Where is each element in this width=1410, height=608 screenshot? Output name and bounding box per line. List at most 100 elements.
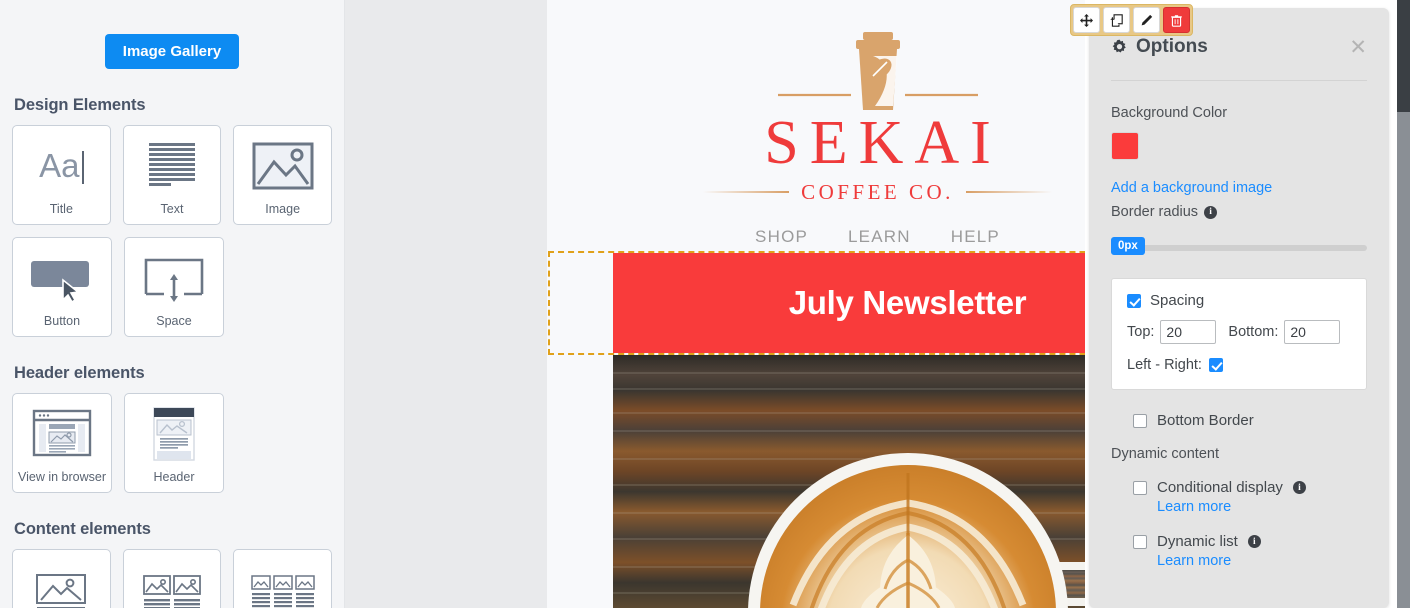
duplicate-element-button[interactable] xyxy=(1102,7,1130,33)
spacing-top-input[interactable] xyxy=(1160,320,1217,344)
conditional-display-learn-more-link[interactable]: Learn more xyxy=(1157,499,1231,515)
top-label: Top: xyxy=(1127,324,1155,340)
tile-row-content-1 xyxy=(12,549,333,608)
element-tile-three-column[interactable] xyxy=(233,549,333,608)
conditional-display-item: Conditional display i Learn more xyxy=(1111,479,1367,516)
dynamic-list-label: Dynamic list xyxy=(1157,533,1238,550)
element-tile-header[interactable]: Header xyxy=(124,393,224,493)
spacing-toggle-row[interactable]: Spacing xyxy=(1127,292,1351,309)
info-icon[interactable]: i xyxy=(1204,205,1218,219)
conditional-display-label: Conditional display xyxy=(1157,479,1283,496)
element-tile-button[interactable]: Button xyxy=(12,237,112,337)
bottom-border-row[interactable]: Bottom Border xyxy=(1111,412,1367,429)
tile-label: Space xyxy=(156,313,192,328)
banner-title: July Newsletter xyxy=(788,284,1027,321)
rule-left xyxy=(703,191,790,194)
dynamic-list-row[interactable]: Dynamic list i xyxy=(1133,533,1367,550)
nav-link-learn[interactable]: LEARN xyxy=(848,227,911,247)
dynamic-list-item: Dynamic list i Learn more xyxy=(1111,533,1367,570)
left-right-row: Left - Right: xyxy=(1127,357,1351,373)
nav-link-shop[interactable]: SHOP xyxy=(755,227,808,247)
options-panel-container: Options ✕ Background Color Add a backgro… xyxy=(1085,0,1410,608)
spacing-checkbox[interactable] xyxy=(1127,293,1141,308)
element-tile-title[interactable]: Aa Title xyxy=(12,125,111,225)
tile-label: Button xyxy=(43,313,81,328)
background-color-swatch[interactable] xyxy=(1111,132,1139,160)
background-color-label: Background Color xyxy=(1111,105,1228,121)
image-picture-icon xyxy=(234,126,331,203)
tile-label: Title xyxy=(49,201,73,216)
tile-label: Header xyxy=(153,469,195,484)
browser-window-icon xyxy=(13,394,111,471)
tile-row-header-1: View in browser Header xyxy=(12,393,332,493)
button-cursor-icon xyxy=(13,238,111,315)
section-title-design-elements: Design Elements xyxy=(14,96,146,114)
one-column-image-text-icon xyxy=(13,550,110,608)
brand-name: SEKAI xyxy=(764,109,1002,177)
app-root: Image Gallery Design Elements Aa Title T… xyxy=(0,0,1410,608)
nav-link-help[interactable]: HELP xyxy=(951,227,1000,247)
tile-label: Text xyxy=(160,201,184,216)
two-column-image-text-icon xyxy=(124,550,221,608)
element-tile-one-column[interactable] xyxy=(12,549,111,608)
border-radius-slider[interactable]: 0px xyxy=(1111,236,1367,256)
delete-element-button[interactable] xyxy=(1162,7,1190,33)
add-background-image-link[interactable]: Add a background image xyxy=(1111,180,1272,196)
border-radius-label-row: Border radius i xyxy=(1111,204,1367,220)
header-block-icon xyxy=(125,394,223,471)
spacing-fields-row: Top: Bottom: xyxy=(1127,320,1351,344)
copy-icon xyxy=(1109,13,1123,27)
section-title-header-elements: Header elements xyxy=(14,364,145,382)
options-panel: Options ✕ Background Color Add a backgro… xyxy=(1089,8,1389,608)
border-radius-label: Border radius xyxy=(1111,204,1199,220)
element-tile-view-in-browser[interactable]: View in browser xyxy=(12,393,112,493)
gallery-button-container: Image Gallery xyxy=(12,0,332,69)
move-arrows-icon xyxy=(1079,13,1093,27)
brand-subtitle: COFFEE CO. xyxy=(801,179,954,204)
title-aa-icon: Aa xyxy=(13,126,110,203)
dynamic-list-checkbox[interactable] xyxy=(1133,534,1147,549)
element-action-toolbar xyxy=(1069,4,1193,36)
tile-label: View in browser xyxy=(17,469,106,484)
left-right-label: Left - Right: xyxy=(1127,357,1202,373)
element-tile-two-column[interactable] xyxy=(122,549,222,608)
tile-label: Image xyxy=(265,201,301,216)
dynamic-list-learn-more-link[interactable]: Learn more xyxy=(1157,553,1231,569)
scrollbar-thumb[interactable] xyxy=(1397,0,1410,112)
edit-element-button[interactable] xyxy=(1132,7,1160,33)
element-tile-image[interactable]: Image xyxy=(233,125,333,225)
conditional-display-row[interactable]: Conditional display i xyxy=(1133,479,1367,496)
dynamic-content-label: Dynamic content xyxy=(1111,446,1219,462)
three-column-image-text-icon xyxy=(234,550,331,608)
divider xyxy=(1111,80,1367,81)
trash-icon xyxy=(1170,14,1182,27)
element-tile-text[interactable]: Text xyxy=(122,125,222,225)
pencil-icon xyxy=(1141,14,1152,25)
tile-row-design-2: Button Space xyxy=(12,237,332,337)
text-lines-icon xyxy=(124,126,221,203)
tile-row-design-1: Aa Title Text Image xyxy=(12,125,333,225)
close-icon[interactable]: ✕ xyxy=(1349,37,1367,58)
bottom-border-checkbox[interactable] xyxy=(1133,413,1147,428)
conditional-display-checkbox[interactable] xyxy=(1133,480,1147,495)
spacing-label: Spacing xyxy=(1150,292,1205,309)
left-right-checkbox[interactable] xyxy=(1208,358,1223,372)
gear-icon xyxy=(1112,39,1126,53)
bottom-border-label: Bottom Border xyxy=(1157,412,1254,429)
slider-track xyxy=(1118,245,1367,251)
spacing-bottom-input[interactable] xyxy=(1284,320,1341,344)
options-title-group: Options xyxy=(1111,36,1208,58)
spacing-card: Spacing Top: Bottom: Left - Right: xyxy=(1111,278,1367,390)
info-icon[interactable]: i xyxy=(1292,481,1306,494)
scrollbar-track-lower[interactable] xyxy=(1397,112,1410,608)
element-tile-space[interactable]: Space xyxy=(124,237,224,337)
border-radius-value[interactable]: 0px xyxy=(1111,236,1145,256)
image-gallery-button[interactable]: Image Gallery xyxy=(104,34,240,69)
move-element-button[interactable] xyxy=(1072,7,1100,33)
space-arrow-icon xyxy=(125,238,223,315)
page-scrollbar[interactable] xyxy=(1397,0,1410,608)
info-icon[interactable]: i xyxy=(1247,535,1261,548)
section-title-content-elements: Content elements xyxy=(14,520,151,538)
rule-right xyxy=(965,191,1052,194)
options-title: Options xyxy=(1136,36,1208,57)
